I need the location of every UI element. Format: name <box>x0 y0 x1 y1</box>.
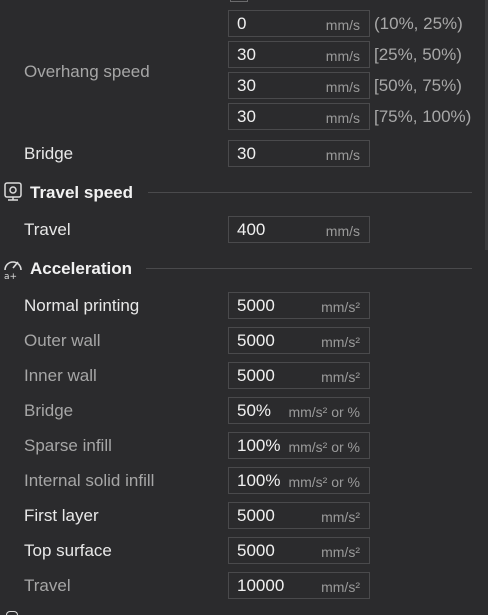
field-value: 50% <box>237 401 272 420</box>
field-unit: mm/s² <box>321 544 360 560</box>
acc-outer-wall-label: Outer wall <box>24 331 101 350</box>
field-value: 0 <box>237 14 247 33</box>
acc-normal-printing-input[interactable]: 5000 mm/s² <box>228 292 370 319</box>
field-value: 30 <box>237 144 256 163</box>
travel-speed-input[interactable]: 400 mm/s <box>228 216 370 243</box>
field-value: 30 <box>237 45 256 64</box>
acc-travel-label: Travel <box>24 576 71 595</box>
next-section-icon <box>6 611 18 615</box>
bridge-speed-input[interactable]: 30 mm/s <box>228 140 370 167</box>
acc-first-layer-input[interactable]: 5000 mm/s² <box>228 502 370 529</box>
field-value: 100% <box>237 471 281 490</box>
overhang-speed-input-2[interactable]: 30 mm/s <box>228 41 370 68</box>
field-value: 30 <box>237 76 256 95</box>
field-unit: mm/s² <box>321 579 360 595</box>
acc-normal-printing-label: Normal printing <box>24 296 140 315</box>
acceleration-title: Acceleration <box>30 259 133 278</box>
field-unit: mm/s² or % <box>288 404 360 420</box>
overhang-range-1: (10%, 25%) <box>374 14 463 33</box>
field-unit: mm/s <box>325 48 360 64</box>
field-value: 5000 <box>237 331 275 350</box>
overhang-speed-input-1[interactable]: 0 mm/s <box>228 10 370 37</box>
acc-sparse-infill-input[interactable]: 100% mm/s² or % <box>228 432 370 459</box>
field-unit: mm/s <box>325 79 360 95</box>
field-unit: mm/s² <box>321 369 360 385</box>
travel-speed-title: Travel speed <box>30 183 134 202</box>
field-unit: mm/s² or % <box>288 439 360 455</box>
field-value: 5000 <box>237 296 275 315</box>
field-unit: mm/s² <box>321 509 360 525</box>
field-unit: mm/s <box>325 147 360 163</box>
acc-internal-solid-infill-input[interactable]: 100% mm/s² or % <box>228 467 370 494</box>
acc-internal-solid-infill-label: Internal solid infill <box>24 471 155 490</box>
field-value: 30 <box>237 107 256 126</box>
acc-top-surface-label: Top surface <box>24 541 112 560</box>
field-value: 5000 <box>237 541 275 560</box>
field-unit: mm/s <box>325 110 360 126</box>
field-unit: mm/s <box>325 223 360 239</box>
field-unit: mm/s <box>325 17 360 33</box>
travel-speed-label: Travel <box>24 220 71 239</box>
overhang-range-4: [75%, 100%) <box>374 107 472 126</box>
section-divider <box>148 192 472 193</box>
field-value: 100% <box>237 436 281 455</box>
overhang-speed-input-3[interactable]: 30 mm/s <box>228 72 370 99</box>
travel-speed-icon <box>4 182 22 202</box>
field-value: 400 <box>237 220 266 239</box>
acc-outer-wall-input[interactable]: 5000 mm/s² <box>228 327 370 354</box>
overhang-speed-input-4[interactable]: 30 mm/s <box>228 103 370 130</box>
acc-first-layer-label: First layer <box>24 506 99 525</box>
field-unit: mm/s² <box>321 334 360 350</box>
acc-sparse-infill-label: Sparse infill <box>24 436 112 455</box>
acceleration-icon: a+ <box>2 256 24 282</box>
acc-bridge-input[interactable]: 50% mm/s² or % <box>228 397 370 424</box>
svg-text:a+: a+ <box>4 272 17 280</box>
overhang-speed-label: Overhang speed <box>24 62 150 81</box>
overhang-range-3: [50%, 75%) <box>374 76 462 95</box>
field-unit: mm/s² <box>321 299 360 315</box>
acc-travel-input[interactable]: 10000 mm/s² <box>228 572 370 599</box>
acc-inner-wall-label: Inner wall <box>24 366 97 385</box>
acc-bridge-label: Bridge <box>24 401 74 420</box>
acc-inner-wall-input[interactable]: 5000 mm/s² <box>228 362 370 389</box>
field-value: 5000 <box>237 506 275 525</box>
acc-top-surface-input[interactable]: 5000 mm/s² <box>228 537 370 564</box>
overhang-range-2: [25%, 50%) <box>374 45 462 64</box>
field-value: 5000 <box>237 366 275 385</box>
partial-checkbox[interactable] <box>230 0 248 2</box>
field-value: 10000 <box>237 576 285 595</box>
section-divider <box>146 268 472 269</box>
field-unit: mm/s² or % <box>288 474 360 490</box>
bridge-speed-label: Bridge <box>24 144 74 163</box>
